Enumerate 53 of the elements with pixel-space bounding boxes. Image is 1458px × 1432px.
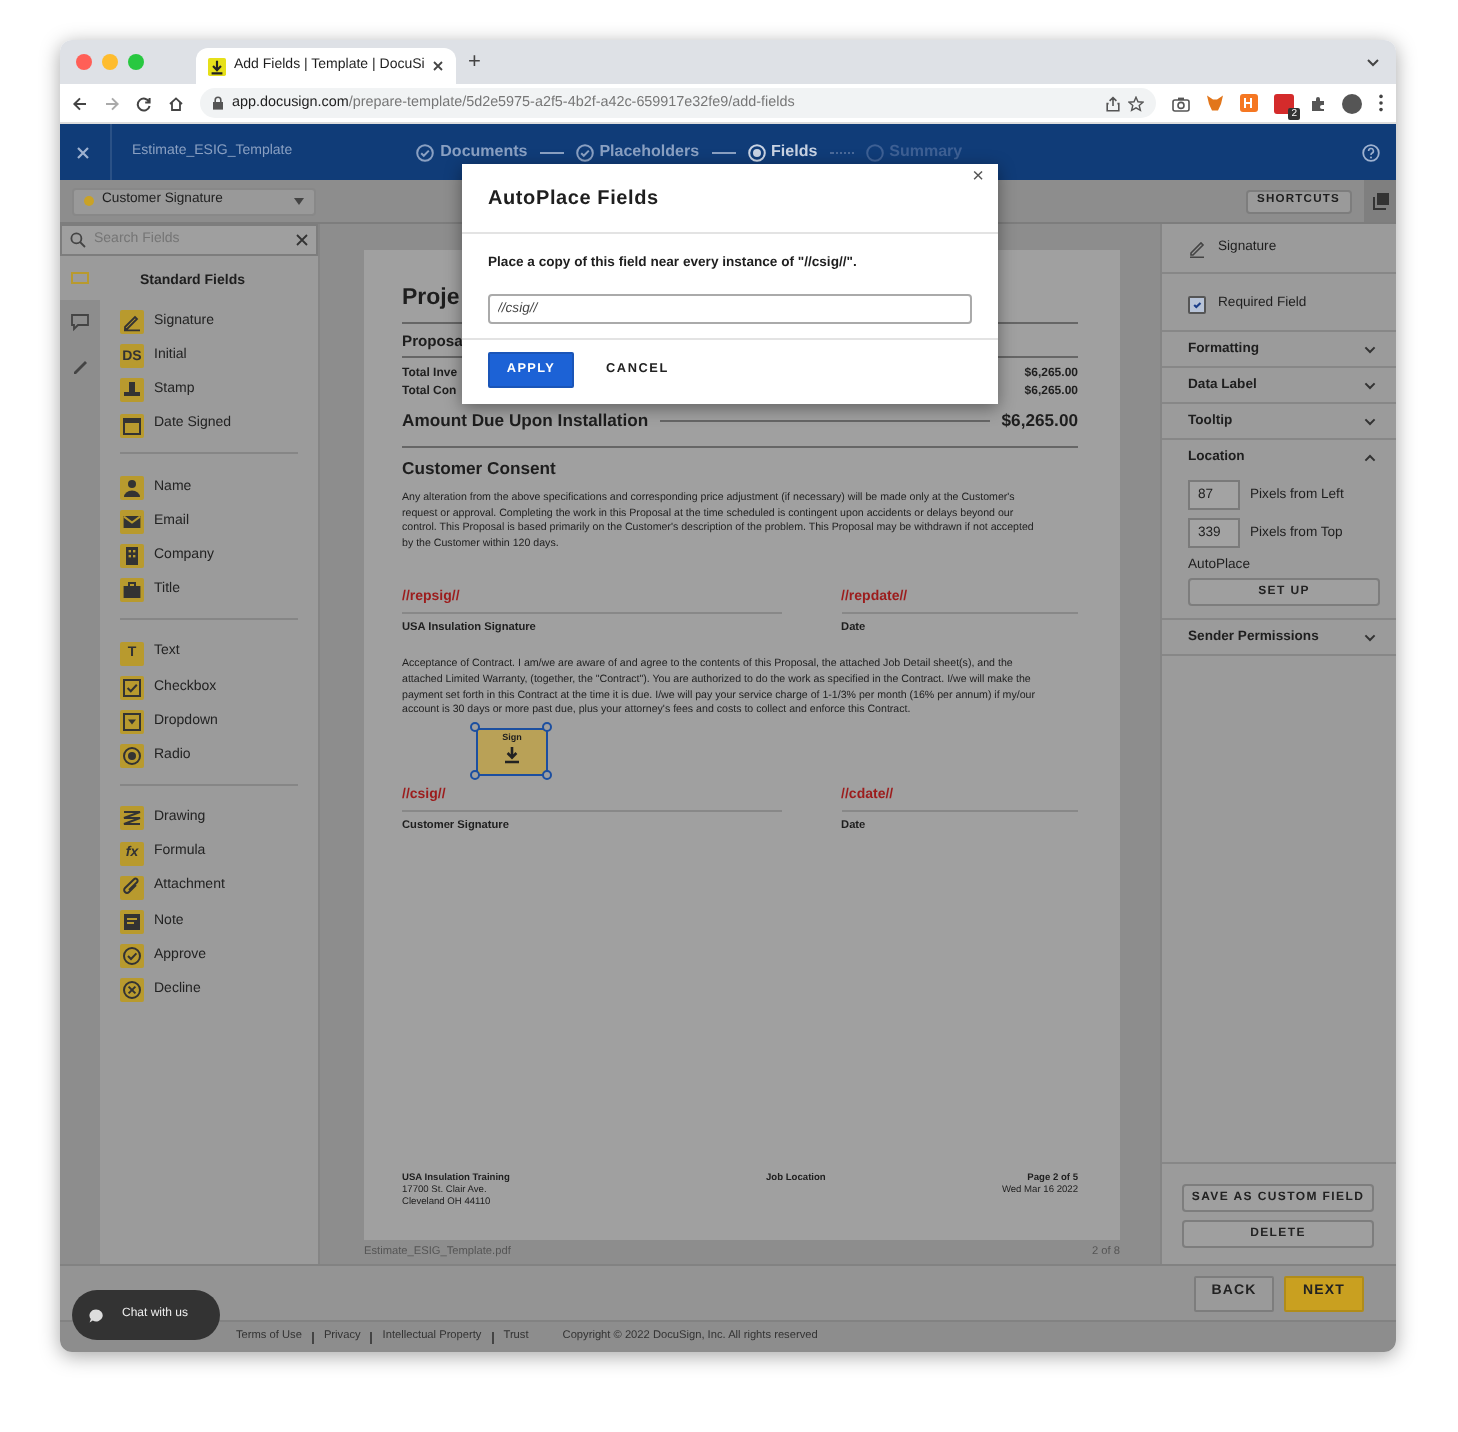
caret-icon: [294, 197, 304, 205]
due-label: Amount Due Upon Installation: [402, 408, 649, 435]
resize-handle[interactable]: [470, 769, 480, 780]
download-icon: [208, 57, 226, 75]
paperclip-icon: [120, 875, 144, 900]
section-heading: Customer Consent: [402, 456, 558, 483]
new-tab-button[interactable]: +: [468, 45, 481, 79]
check-circle-icon: [120, 944, 144, 969]
close-icon[interactable]: [76, 145, 90, 159]
lock-icon: [212, 96, 224, 110]
dropdown-icon: [120, 709, 144, 734]
step-indicator[interactable]: Fields: [747, 140, 818, 164]
close-icon[interactable]: [432, 60, 445, 72]
reload-icon[interactable]: [136, 95, 152, 111]
person-icon: [120, 475, 144, 500]
copy-icon: [1371, 192, 1389, 210]
required-checkbox[interactable]: [1188, 295, 1206, 314]
step-indicator[interactable]: Documents: [416, 140, 528, 164]
clear-icon[interactable]: [296, 234, 308, 246]
pen-icon: [1188, 239, 1206, 257]
download-icon: [502, 745, 522, 764]
radio-icon: [120, 744, 144, 769]
extension-icon[interactable]: [1240, 94, 1258, 112]
note-icon: [120, 909, 144, 934]
calendar-icon: [120, 413, 144, 438]
back-icon[interactable]: [72, 95, 88, 111]
pen-icon[interactable]: [70, 356, 90, 376]
camera-icon[interactable]: [1172, 95, 1190, 111]
star-icon[interactable]: [1128, 95, 1144, 111]
chevron-down-icon[interactable]: [1366, 57, 1380, 67]
briefcase-icon: [120, 578, 144, 603]
copy-button[interactable]: [1364, 180, 1396, 222]
resize-handle[interactable]: [542, 721, 552, 732]
x-circle-icon: [120, 978, 144, 1003]
zigzag-icon: [120, 806, 144, 831]
help-icon[interactable]: [1362, 143, 1380, 161]
pen-icon: [120, 310, 144, 335]
share-icon[interactable]: [1106, 95, 1120, 111]
avatar[interactable]: [1342, 93, 1362, 113]
dialog-title: AutoPlace Fields: [488, 185, 659, 213]
close-button[interactable]: ×: [968, 166, 988, 190]
menu-icon[interactable]: [1378, 94, 1384, 112]
building-icon: [120, 544, 144, 569]
resize-handle[interactable]: [542, 769, 552, 780]
step-indicator[interactable]: Placeholders: [575, 140, 700, 164]
chat-icon: [88, 1307, 104, 1323]
due-amount: $6,265.00: [1001, 408, 1078, 435]
comment-icon[interactable]: [70, 312, 90, 332]
home-icon[interactable]: [168, 95, 184, 111]
search-icon: [70, 232, 86, 248]
puzzle-icon[interactable]: [1310, 95, 1326, 111]
checkbox-icon: [120, 675, 144, 700]
resize-handle[interactable]: [470, 721, 480, 732]
